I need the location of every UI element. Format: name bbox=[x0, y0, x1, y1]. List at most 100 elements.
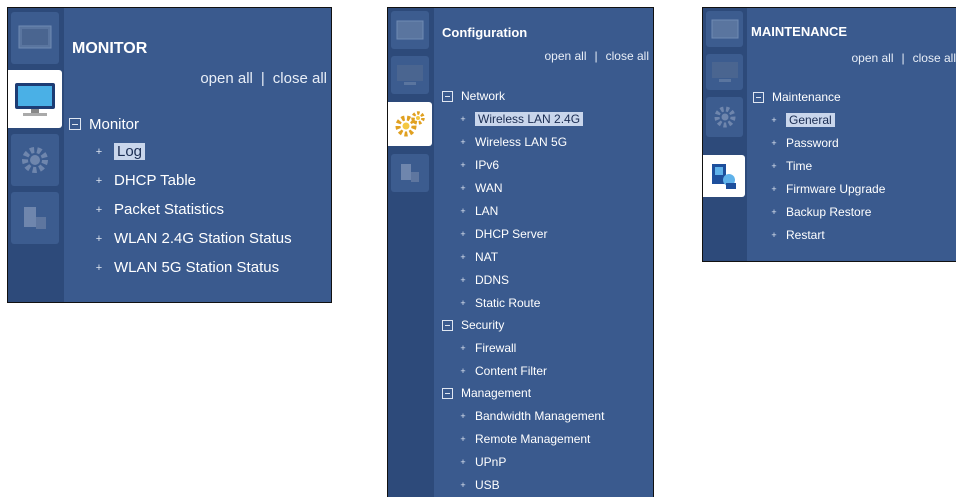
group-security[interactable]: Security bbox=[434, 314, 653, 336]
menu-item-label: Wireless LAN 2.4G bbox=[475, 111, 584, 126]
bullet-icon: + bbox=[460, 113, 466, 124]
menu-item-upnp[interactable]: + UPnP bbox=[434, 450, 653, 473]
bullet-icon: + bbox=[460, 228, 466, 239]
tab-monitor[interactable] bbox=[706, 54, 743, 90]
configuration-panel: Configuration open all | close all Network… bbox=[387, 7, 654, 497]
tab-monitor[interactable] bbox=[391, 56, 429, 94]
menu-item-time[interactable]: + Time bbox=[747, 154, 956, 177]
open-all-link[interactable]: open all bbox=[544, 49, 586, 63]
tab-dashboard[interactable] bbox=[706, 11, 743, 47]
menu-item-log[interactable]: + Log bbox=[64, 137, 331, 166]
menu-item-label: Wireless LAN 5G bbox=[475, 134, 568, 149]
menu-content: Configuration open all | close all Network… bbox=[434, 8, 653, 497]
menu-item-firmware-upgrade[interactable]: + Firmware Upgrade bbox=[747, 177, 956, 200]
tab-configuration[interactable] bbox=[11, 134, 59, 186]
tab-monitor[interactable] bbox=[8, 70, 62, 128]
menu-item-usb[interactable]: + USB bbox=[434, 473, 653, 496]
menu-item-general[interactable]: + General bbox=[747, 108, 956, 131]
menu-item-wireless-lan-5g[interactable]: + Wireless LAN 5G bbox=[434, 130, 653, 153]
menu-item-dhcp-server[interactable]: + DHCP Server bbox=[434, 222, 653, 245]
group-label: Security bbox=[461, 318, 505, 332]
menu-item-label: Password bbox=[786, 135, 839, 150]
menu-content: MAINTENANCE open all | close all Maintenan… bbox=[747, 8, 956, 261]
tab-configuration[interactable] bbox=[706, 97, 743, 137]
menu-item-packet-statistics[interactable]: + Packet Statistics bbox=[64, 195, 331, 224]
menu-item-lan[interactable]: + LAN bbox=[434, 199, 653, 222]
menu-item-wlan-5g-station-status[interactable]: + WLAN 5G Station Status bbox=[64, 253, 331, 282]
bullet-icon: + bbox=[460, 433, 466, 444]
menu-item-backup-restore[interactable]: + Backup Restore bbox=[747, 200, 956, 223]
close-all-link[interactable]: close all bbox=[913, 51, 956, 65]
group-maintenance[interactable]: Maintenance bbox=[747, 86, 956, 108]
tab-dashboard[interactable] bbox=[391, 11, 429, 49]
menu-item-label: Backup Restore bbox=[786, 204, 872, 219]
bullet-icon: + bbox=[460, 342, 466, 353]
group-monitor[interactable]: Monitor bbox=[64, 111, 331, 137]
collapse-icon[interactable] bbox=[442, 90, 453, 102]
menu-item-label: LAN bbox=[475, 203, 499, 218]
tab-dashboard[interactable] bbox=[11, 12, 59, 64]
menu-item-restart[interactable]: + Restart bbox=[747, 223, 956, 246]
menu-item-ddns[interactable]: + DDNS bbox=[434, 268, 653, 291]
dashboard-icon bbox=[711, 19, 738, 39]
menu-item-label: USB bbox=[475, 477, 500, 492]
menu-item-password[interactable]: + Password bbox=[747, 131, 956, 154]
menu-item-wireless-lan-24g[interactable]: + Wireless LAN 2.4G bbox=[434, 107, 653, 130]
open-all-link[interactable]: open all bbox=[200, 70, 253, 87]
open-all-link[interactable]: open all bbox=[851, 51, 893, 65]
bullet-icon: + bbox=[460, 410, 466, 421]
maintenance-panel: MAINTENANCE open all | close all Maintenan… bbox=[702, 7, 956, 262]
group-management[interactable]: Management bbox=[434, 382, 653, 404]
group-label: Network bbox=[461, 89, 506, 103]
bullet-icon: + bbox=[460, 365, 466, 376]
expand-links: open all | close all bbox=[200, 70, 331, 87]
menu-item-label: WAN bbox=[475, 180, 503, 195]
menu-item-ipv6[interactable]: + IPv6 bbox=[434, 153, 653, 176]
tab-maintenance[interactable] bbox=[391, 154, 429, 192]
close-all-link[interactable]: close all bbox=[606, 49, 649, 63]
bullet-icon: + bbox=[460, 456, 466, 467]
bullet-icon: + bbox=[95, 232, 103, 245]
tab-configuration[interactable] bbox=[388, 102, 432, 146]
maintenance-icon bbox=[712, 164, 736, 189]
menu-item-wan[interactable]: + WAN bbox=[434, 176, 653, 199]
tab-maintenance[interactable] bbox=[11, 192, 59, 244]
menu-item-firewall[interactable]: + Firewall bbox=[434, 336, 653, 359]
menu-tree: Monitor + Log + DHCP Table + Packet Statist… bbox=[64, 111, 331, 282]
bullet-icon: + bbox=[460, 251, 466, 262]
menu-item-label: Packet Statistics bbox=[114, 201, 225, 218]
collapse-icon[interactable] bbox=[442, 387, 453, 399]
bullet-icon: + bbox=[771, 206, 777, 217]
menu-item-bandwidth-management[interactable]: + Bandwidth Management bbox=[434, 404, 653, 427]
menu-item-content-filter[interactable]: + Content Filter bbox=[434, 359, 653, 382]
bullet-icon: + bbox=[460, 205, 466, 216]
dashboard-icon bbox=[18, 25, 52, 49]
monitor-icon bbox=[397, 65, 423, 85]
menu-item-label: DHCP Table bbox=[114, 172, 196, 189]
page-title: Configuration bbox=[442, 25, 528, 40]
group-network[interactable]: Network bbox=[434, 85, 653, 107]
maintenance-icon bbox=[24, 207, 46, 229]
configuration-gear-icon bbox=[395, 111, 425, 137]
menu-item-label: Remote Management bbox=[475, 431, 591, 446]
menu-item-static-route[interactable]: + Static Route bbox=[434, 291, 653, 314]
collapse-icon[interactable] bbox=[753, 91, 764, 103]
menu-item-nat[interactable]: + NAT bbox=[434, 245, 653, 268]
dashboard-icon bbox=[396, 20, 424, 40]
monitor-icon bbox=[711, 62, 738, 82]
menu-item-label: WLAN 5G Station Status bbox=[114, 259, 280, 276]
bullet-icon: + bbox=[95, 261, 103, 274]
menu-item-remote-management[interactable]: + Remote Management bbox=[434, 427, 653, 450]
menu-item-wlan-24g-station-status[interactable]: + WLAN 2.4G Station Status bbox=[64, 224, 331, 253]
close-all-link[interactable]: close all bbox=[273, 70, 327, 87]
menu-item-label: DDNS bbox=[475, 272, 510, 287]
collapse-icon[interactable] bbox=[69, 118, 81, 130]
collapse-icon[interactable] bbox=[442, 319, 453, 331]
tab-maintenance[interactable] bbox=[703, 155, 745, 197]
menu-item-label: DHCP Server bbox=[475, 226, 548, 241]
bullet-icon: + bbox=[95, 203, 103, 216]
bullet-icon: + bbox=[771, 137, 777, 148]
bullet-icon: + bbox=[460, 479, 466, 490]
menu-item-dhcp-table[interactable]: + DHCP Table bbox=[64, 166, 331, 195]
group-label: Management bbox=[461, 386, 532, 400]
